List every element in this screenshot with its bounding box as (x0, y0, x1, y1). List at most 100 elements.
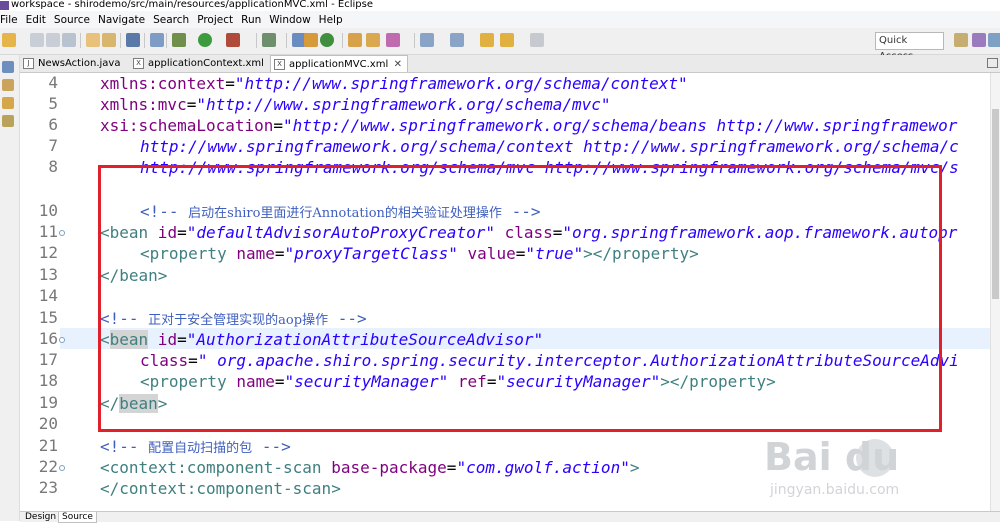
tab-applicationmvc-xml[interactable]: X applicationMVC.xml ✕ (270, 55, 408, 72)
tab-applicationcontext-xml[interactable]: X applicationContext.xml (130, 55, 272, 72)
line-number: 13 (38, 265, 58, 284)
line-number: 14 (38, 286, 58, 305)
line-number: 4 (48, 73, 58, 92)
main-toolbar: Quick Access (0, 28, 1000, 62)
new-class-icon[interactable] (320, 33, 334, 47)
menu-edit[interactable]: Edit (22, 12, 50, 29)
menu-window[interactable]: Window (265, 12, 314, 29)
line-number: 19 (38, 393, 58, 412)
forward-icon[interactable] (530, 33, 544, 47)
code-line-4: xmlns:context="http://www.springframewor… (100, 73, 688, 94)
new-package-icon[interactable] (304, 33, 318, 47)
xml-value: http://www.springframework.org/schema/co… (140, 137, 959, 156)
fold-toggle-icon[interactable] (59, 337, 65, 343)
comment-text: 配置自动扫描的包 (148, 441, 253, 456)
external-tools-icon[interactable] (226, 33, 240, 47)
save-all-icon[interactable] (46, 33, 60, 47)
window-title-bar: workspace - shirodemo/src/main/resources… (0, 0, 1000, 11)
xml-attribute: xmlns:context (100, 74, 226, 93)
fold-toggle-icon[interactable] (59, 230, 65, 236)
open-resource-icon[interactable] (102, 33, 116, 47)
open-folder-icon[interactable] (348, 33, 362, 47)
console-icon[interactable] (126, 33, 140, 47)
new-server-icon[interactable] (262, 33, 276, 47)
line-number: 22 (38, 457, 58, 476)
type-hierarchy-icon[interactable] (2, 79, 14, 91)
run-icon[interactable] (198, 33, 212, 47)
xml-tag: > (629, 458, 640, 477)
code-line-22: <context:component-scan base-package="co… (100, 458, 640, 477)
xml-value: "http://www.springframework.org/schema/c… (234, 74, 688, 93)
skip-breakpoints-icon[interactable] (150, 33, 164, 47)
xml-attribute: base-package (321, 458, 447, 477)
open-type-icon[interactable] (86, 33, 100, 47)
menu-run[interactable]: Run (237, 12, 265, 29)
xml-file-icon: X (133, 58, 144, 69)
previous-annotation-icon[interactable] (450, 33, 464, 47)
menu-help[interactable]: Help (315, 12, 347, 29)
equals-sign: = (273, 116, 284, 135)
project-explorer-icon[interactable] (2, 97, 14, 109)
save-icon[interactable] (30, 33, 44, 47)
scrollbar-thumb[interactable] (992, 109, 999, 299)
xml-value: "com.gwolf.action" (456, 458, 630, 477)
menu-source[interactable]: Source (50, 12, 94, 29)
last-edit-location-icon[interactable] (480, 33, 494, 47)
comment-open: <!-- (100, 437, 149, 456)
tab-newsaction-java[interactable]: J NewsAction.java (20, 55, 130, 72)
tab-label: applicationMVC.xml (289, 59, 389, 70)
eclipse-icon (0, 1, 9, 10)
print-icon[interactable] (62, 33, 76, 47)
close-icon[interactable]: ✕ (394, 56, 402, 73)
toolbar-separator (286, 33, 287, 48)
search-folder-icon[interactable] (366, 33, 380, 47)
annotation-icon[interactable] (386, 33, 400, 47)
line-number: 20 (38, 414, 58, 433)
line-number: 23 (38, 478, 58, 497)
line-number: 8 (48, 157, 58, 176)
fold-toggle-icon[interactable] (59, 465, 65, 471)
tab-source[interactable]: Source (58, 512, 97, 523)
menu-bar: File Edit Source Navigate Search Project Run Wi… (0, 11, 1000, 28)
code-line-5: xmlns:mvc="http://www.springframework.or… (100, 94, 611, 115)
xml-value: "http://www.springframework.org/schema/m… (196, 95, 611, 114)
toolbar-separator (120, 33, 121, 48)
maximize-icon[interactable] (987, 58, 998, 68)
line-number: 18 (38, 371, 58, 390)
equals-sign: = (186, 95, 197, 114)
back-icon[interactable] (500, 33, 514, 47)
menu-project[interactable]: Project (193, 12, 237, 29)
code-line-6: xsi:schemaLocation="http://www.springfra… (100, 115, 957, 136)
debug-icon[interactable] (172, 33, 186, 47)
line-number: 21 (38, 436, 58, 455)
xml-tag: <context:component-scan (100, 458, 322, 477)
toolbar-separator (414, 33, 415, 48)
toolbar-separator (144, 33, 145, 48)
line-number: 16 (38, 329, 58, 348)
menu-file[interactable]: File (0, 12, 22, 29)
xml-file-icon: X (274, 59, 285, 70)
line-number: 5 (48, 94, 58, 113)
code-line-7: http://www.springframework.org/schema/co… (140, 136, 959, 157)
java-file-icon: J (23, 58, 34, 69)
line-number: 17 (38, 350, 58, 369)
highlight-annotation-box (98, 165, 942, 432)
xml-attribute: xsi:schemaLocation (100, 116, 274, 135)
line-number: 12 (38, 243, 58, 262)
junit-icon[interactable] (2, 115, 14, 127)
watermark-logo-text: Bai du (764, 435, 900, 479)
new-icon[interactable] (2, 33, 16, 47)
menu-search[interactable]: Search (149, 12, 193, 29)
menu-navigate[interactable]: Navigate (94, 12, 149, 29)
package-explorer-icon[interactable] (2, 61, 14, 73)
left-trim-bar (0, 55, 20, 521)
tab-label: applicationContext.xml (148, 58, 264, 69)
javaee-perspective-icon[interactable] (972, 33, 986, 47)
java-perspective-icon[interactable] (988, 33, 1000, 47)
line-number: 15 (38, 308, 58, 327)
xml-value: "http://www.springframework.org/schema/b… (283, 116, 958, 135)
next-annotation-icon[interactable] (420, 33, 434, 47)
open-perspective-icon[interactable] (954, 33, 968, 47)
code-line-21: <!-- 配置自动扫描的包 --> (100, 436, 291, 459)
quick-access-input[interactable]: Quick Access (875, 32, 944, 62)
